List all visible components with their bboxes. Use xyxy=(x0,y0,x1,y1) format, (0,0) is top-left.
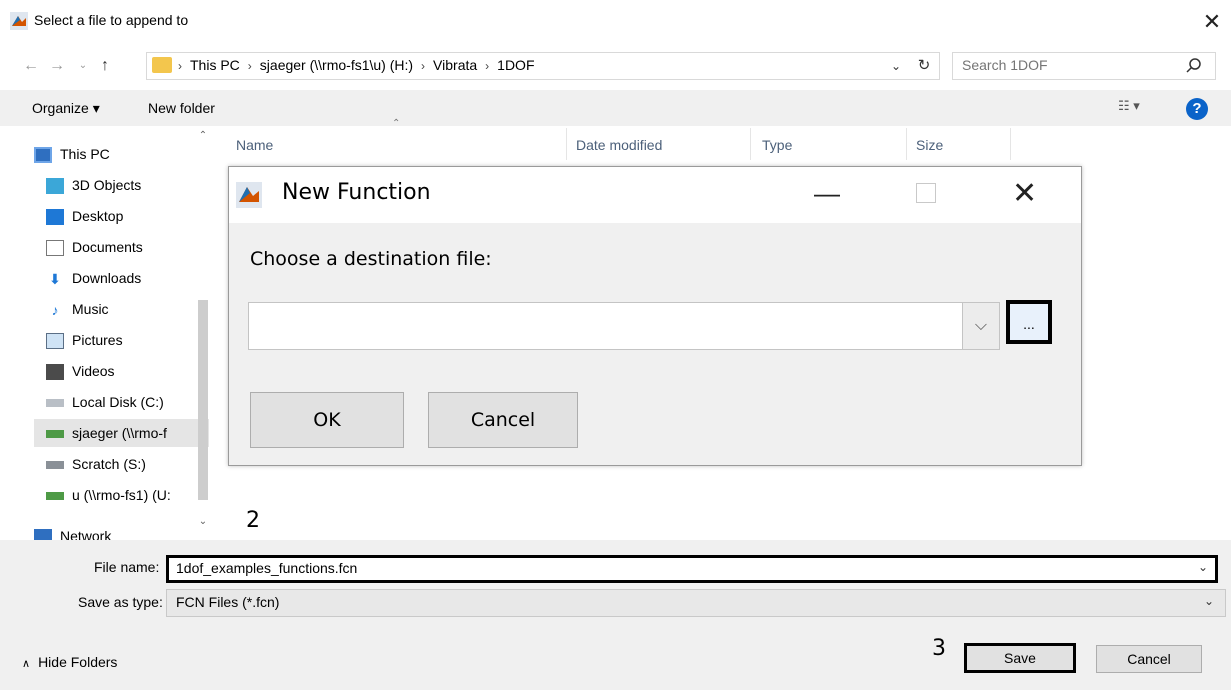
sidebar-item-scratch[interactable]: Scratch (S:) xyxy=(34,450,209,478)
breadcrumb-drive[interactable]: sjaeger (\\rmo-fs1\u) (H:) xyxy=(260,57,413,73)
drive-icon xyxy=(46,399,64,408)
sidebar-item-downloads[interactable]: ⬇ Downloads xyxy=(34,264,209,292)
sidebar-item-music[interactable]: ♪ Music xyxy=(34,295,209,323)
sidebar-item-u-drive[interactable]: u (\\rmo-fs1) (U: xyxy=(34,481,209,509)
video-icon xyxy=(46,364,64,381)
sidebar-item-pictures[interactable]: Pictures xyxy=(34,326,209,354)
window-title: Select a file to append to xyxy=(34,12,189,28)
column-header-type[interactable]: Type xyxy=(762,137,792,153)
minimize-icon[interactable]: — xyxy=(814,178,840,209)
dialog-title: New Function xyxy=(282,180,431,205)
drive-icon xyxy=(46,461,64,470)
folder-icon xyxy=(152,57,172,73)
save-type-value[interactable]: FCN Files (*.fcn) xyxy=(176,594,279,610)
sidebar-item-3d-objects[interactable]: 3D Objects xyxy=(34,171,209,199)
breadcrumb: › This PC › sjaeger (\\rmo-fs1\u) (H:) › Vibr… xyxy=(178,57,535,73)
ok-button[interactable]: OK xyxy=(250,392,404,448)
network-drive-icon xyxy=(46,430,64,439)
breadcrumb-1dof[interactable]: 1DOF xyxy=(497,57,534,73)
scroll-up-icon[interactable]: ⌃ xyxy=(196,130,210,146)
maximize-icon[interactable] xyxy=(916,183,936,203)
chevron-down-icon[interactable]: ⌄ xyxy=(1204,594,1214,608)
chevron-down-icon[interactable]: ⌄ xyxy=(1198,560,1208,574)
destination-prompt: Choose a destination file: xyxy=(250,248,492,270)
save-type-label: Save as type: xyxy=(78,594,163,610)
network-drive-icon xyxy=(46,492,64,501)
monitor-icon xyxy=(34,147,52,164)
destination-file-combobox[interactable] xyxy=(248,302,1000,350)
column-divider[interactable] xyxy=(1010,128,1011,160)
callout-3: 3 xyxy=(932,636,946,661)
chevron-down-icon[interactable]: ⌵ xyxy=(962,303,999,349)
back-icon[interactable]: ← xyxy=(20,53,42,79)
sidebar-item-sjaeger[interactable]: sjaeger (\\rmo-f xyxy=(34,419,209,447)
download-icon: ⬇ xyxy=(49,271,61,288)
document-icon xyxy=(46,240,64,257)
cube-icon xyxy=(46,178,64,195)
matlab-icon xyxy=(10,12,28,30)
desktop-icon xyxy=(46,209,64,226)
sort-ascending-icon: ⌃ xyxy=(392,118,401,129)
help-icon[interactable]: ? xyxy=(1186,98,1208,120)
file-name-value[interactable]: 1dof_examples_functions.fcn xyxy=(176,560,357,576)
column-divider[interactable] xyxy=(750,128,751,160)
cancel-button[interactable]: Cancel xyxy=(1096,645,1202,673)
column-divider[interactable] xyxy=(566,128,567,160)
refresh-icon[interactable]: ↻ xyxy=(912,53,936,79)
organize-button[interactable]: Organize ▾ xyxy=(32,100,100,117)
sidebar-item-local-disk[interactable]: Local Disk (C:) xyxy=(34,388,209,416)
sidebar-item-desktop[interactable]: Desktop xyxy=(34,202,209,230)
navigation-pane: This PC 3D Objects Desktop Documents ⬇ Do… xyxy=(0,126,212,540)
save-button[interactable]: Save xyxy=(964,643,1076,673)
view-options-icon[interactable]: ☷ ▾ xyxy=(1118,98,1158,120)
sidebar-item-this-pc[interactable]: This PC xyxy=(34,140,209,168)
sidebar-item-network[interactable]: Network xyxy=(34,522,209,540)
scroll-down-icon[interactable]: ⌄ xyxy=(196,516,210,532)
sidebar-item-videos[interactable]: Videos xyxy=(34,357,209,385)
column-header-date-modified[interactable]: Date modified xyxy=(576,137,662,153)
breadcrumb-vibrata[interactable]: Vibrata xyxy=(433,57,477,73)
new-folder-button[interactable]: New folder xyxy=(148,100,215,116)
search-input[interactable] xyxy=(962,57,1152,73)
sidebar-item-documents[interactable]: Documents xyxy=(34,233,209,261)
forward-icon[interactable]: → xyxy=(46,53,68,79)
search-icon[interactable] xyxy=(1184,56,1204,76)
chevron-up-icon: ∧ xyxy=(22,658,31,670)
browse-button[interactable]: ... xyxy=(1006,300,1052,344)
matlab-icon xyxy=(236,182,262,208)
up-icon[interactable]: ↑ xyxy=(94,53,116,79)
recent-locations-icon[interactable]: ⌄ xyxy=(72,53,94,79)
chevron-down-icon[interactable]: ⌄ xyxy=(886,53,906,79)
save-type-select[interactable] xyxy=(166,589,1226,617)
hide-folders-button[interactable]: ∧ Hide Folders xyxy=(22,654,117,670)
column-header-name[interactable]: Name xyxy=(236,137,273,153)
breadcrumb-this-pc[interactable]: This PC xyxy=(190,57,240,73)
dialog-cancel-button[interactable]: Cancel xyxy=(428,392,578,448)
music-icon: ♪ xyxy=(51,302,59,319)
column-divider[interactable] xyxy=(906,128,907,160)
callout-2: 2 xyxy=(246,508,260,533)
column-header-size[interactable]: Size xyxy=(916,137,943,153)
close-icon[interactable]: ✕ xyxy=(1198,8,1226,36)
network-icon xyxy=(34,529,52,540)
file-name-label: File name: xyxy=(94,559,160,575)
nav-scrollbar-thumb[interactable] xyxy=(198,300,208,500)
pictures-icon xyxy=(46,333,64,350)
close-icon[interactable]: ✕ xyxy=(1012,176,1037,211)
